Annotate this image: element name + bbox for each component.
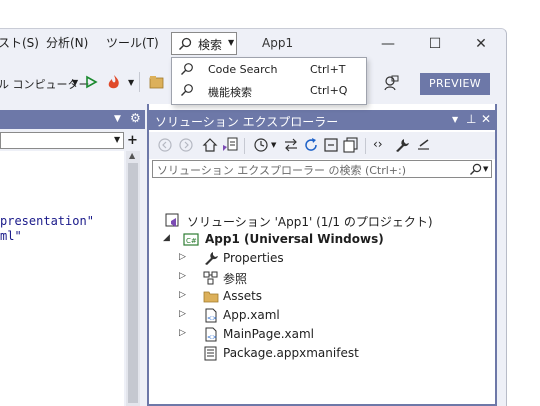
- window-title: App1: [262, 36, 294, 50]
- editor-tab-header: ▼ ⚙: [0, 110, 145, 129]
- refresh-icon[interactable]: [303, 137, 319, 153]
- chevron-down-icon: ▼: [114, 135, 121, 144]
- vs-window: スト(S) 分析(N) ツール(T) 検索 ▼ App1 — ☐ ✕ ル コンピ…: [0, 28, 507, 406]
- expanded-arrow-icon[interactable]: ◢: [163, 233, 170, 243]
- folder-icon: [203, 291, 219, 303]
- feature-search-button[interactable]: 検索 ▼: [171, 32, 237, 55]
- member-dropdown[interactable]: ▼: [0, 132, 124, 149]
- chevron-down-icon: ▼: [228, 38, 235, 47]
- menu-item-label: 機能検索: [208, 86, 252, 99]
- gear-icon[interactable]: ⚙: [130, 111, 141, 125]
- menu-item-shortcut: Ctrl+Q: [310, 84, 348, 97]
- svg-text:<>: <>: [207, 315, 217, 322]
- collapsed-arrow-icon[interactable]: ▷: [179, 328, 186, 338]
- scroll-up-icon[interactable]: ▲: [129, 151, 135, 160]
- tree-item-label: App1 (Universal Windows): [205, 232, 384, 246]
- close-button[interactable]: ✕: [471, 34, 491, 54]
- manifest-icon: [204, 346, 217, 361]
- wrench-icon[interactable]: [394, 137, 410, 153]
- minimize-button[interactable]: —: [378, 34, 398, 54]
- editor-pane: ▼ ⚙ ▼ + presentation" ml" ▲: [0, 104, 145, 406]
- csharp-project-icon: C#: [183, 233, 199, 246]
- code-line: ml": [0, 229, 22, 243]
- preview-selected-icon[interactable]: [415, 137, 431, 153]
- chevron-down-icon[interactable]: ▼: [483, 165, 488, 173]
- vertical-scrollbar[interactable]: ▲: [126, 151, 140, 406]
- menu-item-shortcut: Ctrl+T: [310, 63, 346, 76]
- collapse-all-icon[interactable]: [323, 137, 339, 153]
- xaml-file-icon: <>: [205, 327, 217, 342]
- chevron-down-icon[interactable]: ▼: [271, 141, 276, 149]
- menu-item-label: Code Search: [208, 63, 278, 76]
- pending-changes-icon[interactable]: [253, 137, 269, 153]
- chevron-down-icon: ▼: [72, 78, 79, 87]
- forward-icon[interactable]: [178, 137, 194, 153]
- back-icon[interactable]: [157, 137, 173, 153]
- code-line: presentation": [0, 214, 94, 228]
- maximize-button[interactable]: ☐: [425, 34, 445, 54]
- play-icon[interactable]: [84, 75, 98, 89]
- switch-views-icon[interactable]: [222, 137, 238, 153]
- show-all-files-icon[interactable]: [343, 137, 359, 153]
- toolbar-separator: [365, 138, 366, 154]
- search-icon[interactable]: [469, 163, 482, 176]
- chevron-down-icon[interactable]: ▼: [114, 114, 121, 124]
- tree-item-label: MainPage.xaml: [223, 327, 314, 341]
- tree-item-label: Properties: [223, 251, 284, 265]
- tree-item-label: ソリューション 'App1' (1/1 のプロジェクト): [187, 215, 433, 229]
- close-icon[interactable]: ✕: [481, 112, 491, 126]
- solution-search-input[interactable]: ソリューション エクスプローラー の検索 (Ctrl+:) ▼: [152, 160, 492, 178]
- menu-test[interactable]: スト(S): [0, 34, 39, 51]
- preview-button[interactable]: PREVIEW: [420, 73, 490, 95]
- chevron-down-icon: ▼: [128, 78, 135, 87]
- menu-item-feature-search[interactable]: 機能検索 Ctrl+Q: [172, 81, 366, 102]
- solution-icon: [165, 213, 179, 227]
- sync-active-document-icon[interactable]: [283, 137, 299, 153]
- code-editor[interactable]: presentation" ml": [0, 151, 124, 406]
- search-icon: [178, 37, 192, 51]
- search-placeholder: ソリューション エクスプローラー の検索 (Ctrl+:): [157, 164, 407, 177]
- menu-analyze[interactable]: 分析(N): [46, 34, 88, 51]
- folder-view-icon[interactable]: [149, 75, 165, 89]
- collapsed-arrow-icon[interactable]: ▷: [179, 290, 186, 300]
- solution-explorer-toolbar: ▼ ‹›: [149, 132, 495, 159]
- collapsed-arrow-icon[interactable]: ▷: [179, 271, 186, 281]
- wrench-icon: [205, 252, 218, 265]
- view-code-icon[interactable]: ‹›: [373, 137, 383, 151]
- hot-reload-icon[interactable]: [106, 73, 122, 91]
- scrollbar-thumb[interactable]: [128, 163, 138, 403]
- chevron-down-icon[interactable]: ▼: [452, 115, 458, 124]
- feedback-icon[interactable]: [383, 75, 399, 91]
- search-icon: [181, 63, 193, 75]
- toolbar-separator: [139, 72, 140, 92]
- svg-text:C#: C#: [186, 237, 197, 245]
- search-label: 検索: [198, 38, 223, 52]
- tree-item-label: 参照: [223, 272, 248, 286]
- menu-item-code-search[interactable]: Code Search Ctrl+T: [172, 60, 366, 81]
- xaml-file-icon: <>: [205, 308, 217, 323]
- pin-icon[interactable]: ⊥: [466, 112, 476, 126]
- tree-item-label: Package.appxmanifest: [223, 346, 359, 360]
- solution-explorer-panel: ソリューション エクスプローラー ▼ ⊥ ✕ ▼ ‹› ソリューション エクスプ…: [147, 104, 497, 406]
- split-editor-icon[interactable]: +: [127, 133, 138, 148]
- home-icon[interactable]: [202, 137, 218, 153]
- svg-text:<>: <>: [207, 334, 217, 341]
- toolbar-separator: [244, 138, 245, 154]
- solution-explorer-header: ソリューション エクスプローラー ▼ ⊥ ✕: [149, 110, 495, 130]
- collapsed-arrow-icon[interactable]: ▷: [179, 309, 186, 319]
- tree-item-label: Assets: [223, 289, 263, 303]
- search-icon: [181, 84, 193, 96]
- tree-item-label: App.xaml: [223, 308, 280, 322]
- panel-title: ソリューション エクスプローラー: [155, 115, 339, 129]
- search-dropdown-menu: Code Search Ctrl+T 機能検索 Ctrl+Q: [171, 57, 367, 105]
- menu-tools[interactable]: ツール(T): [106, 34, 159, 51]
- references-icon: [203, 271, 218, 285]
- collapsed-arrow-icon[interactable]: ▷: [179, 252, 186, 262]
